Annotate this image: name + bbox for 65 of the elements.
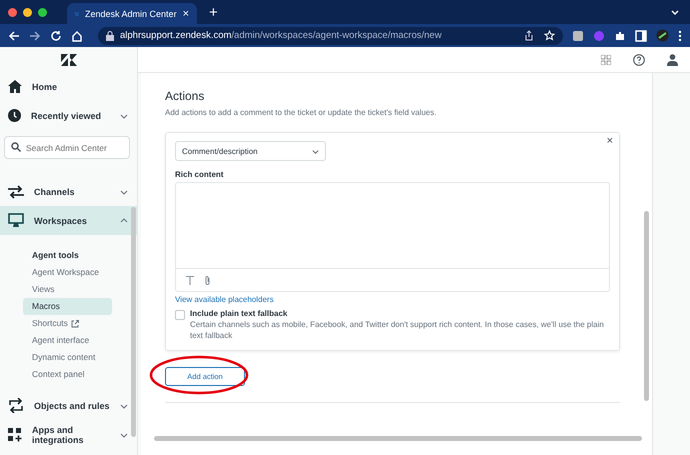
browser-tab[interactable]: Zendesk Admin Center × xyxy=(67,3,197,24)
subnav-item[interactable]: Shortcuts xyxy=(23,315,112,332)
puzzle-icon[interactable] xyxy=(614,30,626,42)
clock-icon xyxy=(8,109,21,122)
monitor-icon xyxy=(8,213,24,228)
field-label: Rich content xyxy=(175,170,224,179)
subnav-item[interactable]: Dynamic content xyxy=(23,349,112,366)
chevron-down-icon xyxy=(120,112,128,120)
scrollbar[interactable] xyxy=(644,211,649,401)
subnav-item[interactable]: Agent Workspace xyxy=(23,264,112,281)
placeholders-link[interactable]: View available placeholders xyxy=(175,295,274,304)
lock-icon xyxy=(106,30,114,40)
nav-item[interactable]: Workspaces xyxy=(0,206,137,235)
text-format-icon[interactable] xyxy=(186,276,194,284)
minimize-window-icon[interactable] xyxy=(23,8,32,16)
section-description: Add actions to add a comment to the ticket or update the ticket's field values. xyxy=(165,108,438,117)
checkbox-label: Include plain text fallback xyxy=(190,309,288,318)
loop-arrows-icon xyxy=(8,398,24,413)
chevron-down-icon[interactable] xyxy=(670,8,680,18)
chevron-down-icon xyxy=(120,402,128,410)
user-icon[interactable] xyxy=(667,54,678,66)
external-link-icon xyxy=(70,320,79,328)
apps-icon xyxy=(8,428,22,442)
chevron-up-icon xyxy=(120,216,128,224)
new-tab-button[interactable]: + xyxy=(205,4,222,20)
checkbox[interactable] xyxy=(175,310,185,320)
home-icon xyxy=(8,80,22,93)
nav-item[interactable]: Apps and integrations xyxy=(0,420,137,449)
extension-icon[interactable] xyxy=(572,30,584,42)
share-icon[interactable] xyxy=(524,30,534,41)
subnav-item[interactable]: Context panel xyxy=(23,366,112,383)
scrollbar[interactable] xyxy=(131,207,136,437)
nav-item[interactable]: Home xyxy=(0,72,137,101)
forward-icon[interactable] xyxy=(29,30,41,42)
chevron-down-icon xyxy=(120,188,128,196)
star-icon[interactable] xyxy=(544,30,555,41)
nav-item[interactable]: Recently viewed xyxy=(0,101,137,130)
apps-grid-icon[interactable] xyxy=(601,54,611,64)
subnav-item[interactable]: Macros xyxy=(23,298,112,315)
profile-icon[interactable] xyxy=(656,29,669,42)
zoom-window-icon[interactable] xyxy=(38,8,47,16)
search-field[interactable]: Search Admin Center xyxy=(4,136,130,159)
subnav-item[interactable]: Agent interface xyxy=(23,332,112,349)
nav-item[interactable]: Channels xyxy=(0,177,137,206)
paperclip-icon[interactable] xyxy=(204,274,211,286)
arrows-icon xyxy=(8,184,24,198)
subnav-item[interactable]: Views xyxy=(23,281,112,298)
back-icon[interactable] xyxy=(8,30,20,42)
chevron-down-icon xyxy=(312,148,319,154)
address-field[interactable]: alphrsupport.zendesk.com/admin/workspaces/agent-workspace/macros/new xyxy=(98,26,563,44)
more-icon[interactable] xyxy=(678,30,682,42)
scrollbar[interactable] xyxy=(154,436,642,441)
nav-item[interactable]: Objects and rules xyxy=(0,391,137,420)
chevron-down-icon xyxy=(120,430,128,438)
close-window-icon[interactable] xyxy=(8,8,17,16)
home-icon[interactable] xyxy=(71,30,83,42)
remove-action-button[interactable]: × xyxy=(604,135,615,147)
reload-icon[interactable] xyxy=(50,30,62,42)
section-title: Actions xyxy=(165,89,206,103)
sidebar-icon[interactable] xyxy=(635,30,647,42)
nav-heading: Agent tools xyxy=(31,249,80,262)
zendesk-logo-icon[interactable] xyxy=(60,54,76,66)
action-dropdown[interactable]: Comment/description xyxy=(175,141,326,161)
help-icon[interactable] xyxy=(633,54,645,66)
checkbox-hint: Certain channels such as mobile, Facebook, and Twitter don't support rich content. In those cases, we'll use the plain text fallback xyxy=(190,319,605,341)
